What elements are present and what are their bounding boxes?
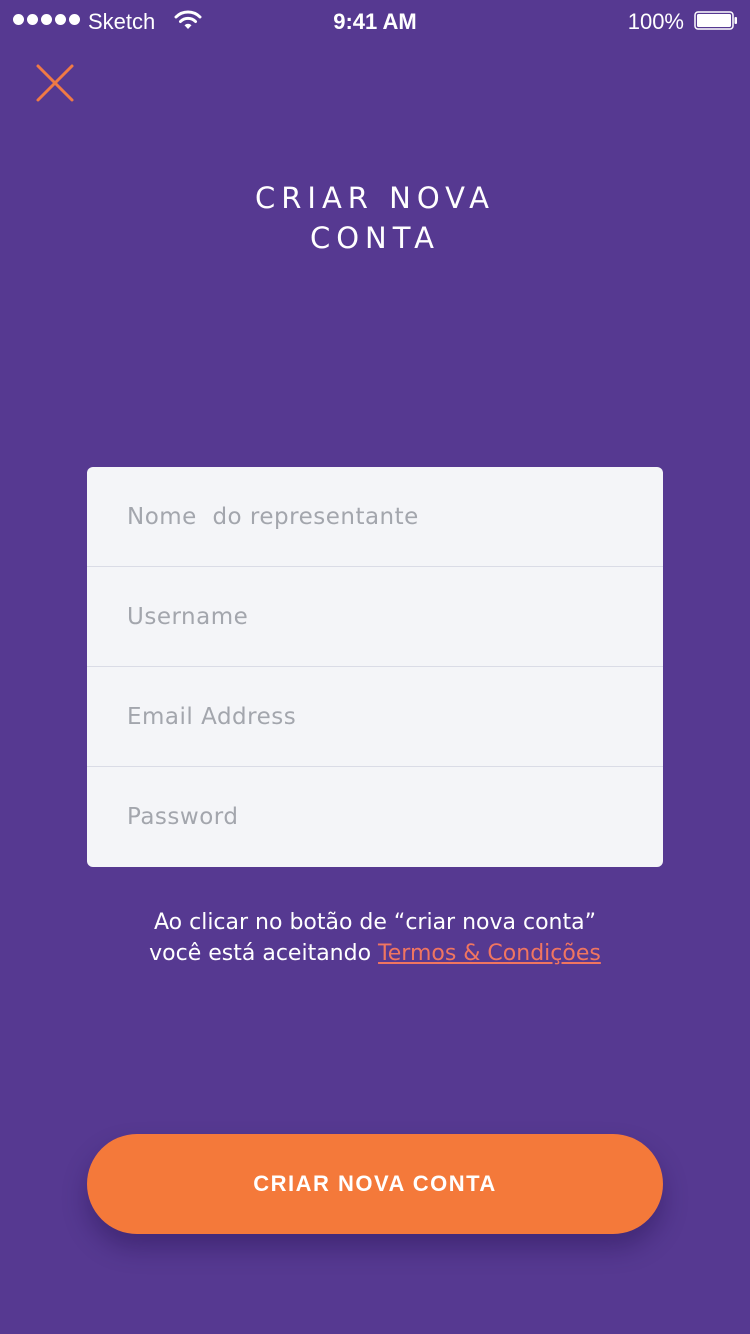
terms-line-1: Ao clicar no botão de “criar nova conta” <box>154 910 596 935</box>
email-field[interactable] <box>87 667 663 766</box>
name-row <box>87 467 663 567</box>
username-field[interactable] <box>87 567 663 666</box>
terms-notice: Ao clicar no botão de “criar nova conta”… <box>0 907 750 969</box>
status-bar: Sketch 9:41 AM 100% <box>0 0 750 40</box>
signup-form <box>87 467 663 867</box>
email-row <box>87 667 663 767</box>
close-button[interactable] <box>34 62 76 104</box>
terms-link[interactable]: Termos & Condições <box>378 941 601 966</box>
battery-percentage: 100% <box>627 9 684 34</box>
terms-prefix: você está aceitando <box>149 941 372 966</box>
password-row <box>87 767 663 867</box>
close-icon <box>36 64 74 102</box>
password-field[interactable] <box>87 767 663 867</box>
terms-line-2: você está aceitando Termos & Condições <box>0 938 750 969</box>
page-title-line-1: CRIAR NOVA <box>255 181 495 215</box>
battery-icon <box>694 11 737 30</box>
representative-name-field[interactable] <box>87 467 663 566</box>
page-title: CRIAR NOVA CONTA <box>0 178 750 258</box>
page-title-line-2: CONTA <box>309 221 441 255</box>
username-row <box>87 567 663 667</box>
create-account-button[interactable]: CRIAR NOVA CONTA <box>87 1134 663 1234</box>
